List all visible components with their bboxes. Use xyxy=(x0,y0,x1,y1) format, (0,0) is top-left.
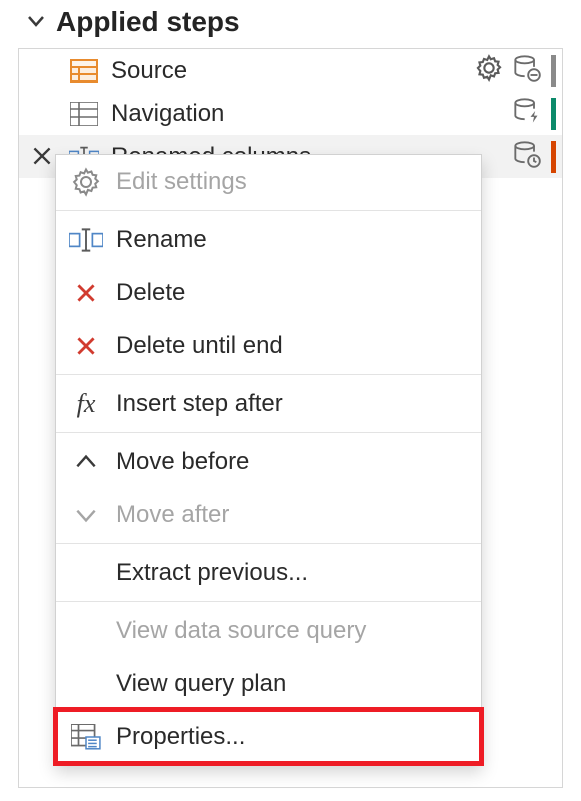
menu-label: Move before xyxy=(116,448,249,476)
database-clock-icon xyxy=(513,140,541,174)
blank-icon xyxy=(68,613,104,649)
blank-icon xyxy=(68,555,104,591)
menu-delete[interactable]: Delete xyxy=(56,266,481,319)
step-label: Navigation xyxy=(111,100,513,128)
database-bolt-icon xyxy=(513,97,541,131)
menu-label: Delete xyxy=(116,279,185,307)
status-bar xyxy=(551,98,556,130)
chevron-down-icon xyxy=(68,497,104,533)
step-row-source[interactable]: Source xyxy=(19,49,562,92)
menu-label: Properties... xyxy=(116,723,245,751)
menu-insert-step-after[interactable]: fx Insert step after xyxy=(56,377,481,430)
menu-view-query-plan[interactable]: View query plan xyxy=(56,657,481,710)
menu-separator xyxy=(56,601,481,602)
table-properties-icon xyxy=(68,719,104,755)
x-red-icon xyxy=(68,275,104,311)
database-minus-icon xyxy=(513,54,541,88)
table-icon xyxy=(69,99,99,129)
rename-icon xyxy=(68,222,104,258)
gear-icon xyxy=(68,164,104,200)
status-bar xyxy=(551,141,556,173)
menu-separator xyxy=(56,543,481,544)
menu-move-before[interactable]: Move before xyxy=(56,435,481,488)
menu-label: View data source query xyxy=(116,617,366,645)
gear-icon[interactable] xyxy=(475,54,503,88)
menu-label: Edit settings xyxy=(116,168,247,196)
step-row-navigation[interactable]: Navigation xyxy=(19,92,562,135)
menu-edit-settings: Edit settings xyxy=(56,155,481,208)
delete-step-icon[interactable] xyxy=(29,143,55,175)
menu-separator xyxy=(56,374,481,375)
menu-label: View query plan xyxy=(116,670,286,698)
menu-extract-previous[interactable]: Extract previous... xyxy=(56,546,481,599)
step-context-menu: Edit settings Rename Delete Delete until… xyxy=(55,154,482,764)
panel-header[interactable]: Applied steps xyxy=(0,0,581,48)
menu-label: Delete until end xyxy=(116,332,283,360)
menu-move-after: Move after xyxy=(56,488,481,541)
menu-properties[interactable]: Properties... xyxy=(56,710,481,763)
menu-label: Rename xyxy=(116,226,207,254)
menu-separator xyxy=(56,432,481,433)
menu-label: Extract previous... xyxy=(116,559,308,587)
menu-separator xyxy=(56,210,481,211)
collapse-chevron-icon xyxy=(26,6,46,38)
panel-title: Applied steps xyxy=(56,6,240,38)
menu-delete-until-end[interactable]: Delete until end xyxy=(56,319,481,372)
menu-label: Insert step after xyxy=(116,390,283,418)
status-bar xyxy=(551,55,556,87)
source-table-icon xyxy=(69,56,99,86)
step-label: Source xyxy=(111,57,475,85)
chevron-up-icon xyxy=(68,444,104,480)
blank-icon xyxy=(68,666,104,702)
menu-view-data-source-query: View data source query xyxy=(56,604,481,657)
menu-rename[interactable]: Rename xyxy=(56,213,481,266)
fx-icon: fx xyxy=(68,386,104,422)
menu-label: Move after xyxy=(116,501,229,529)
x-red-icon xyxy=(68,328,104,364)
